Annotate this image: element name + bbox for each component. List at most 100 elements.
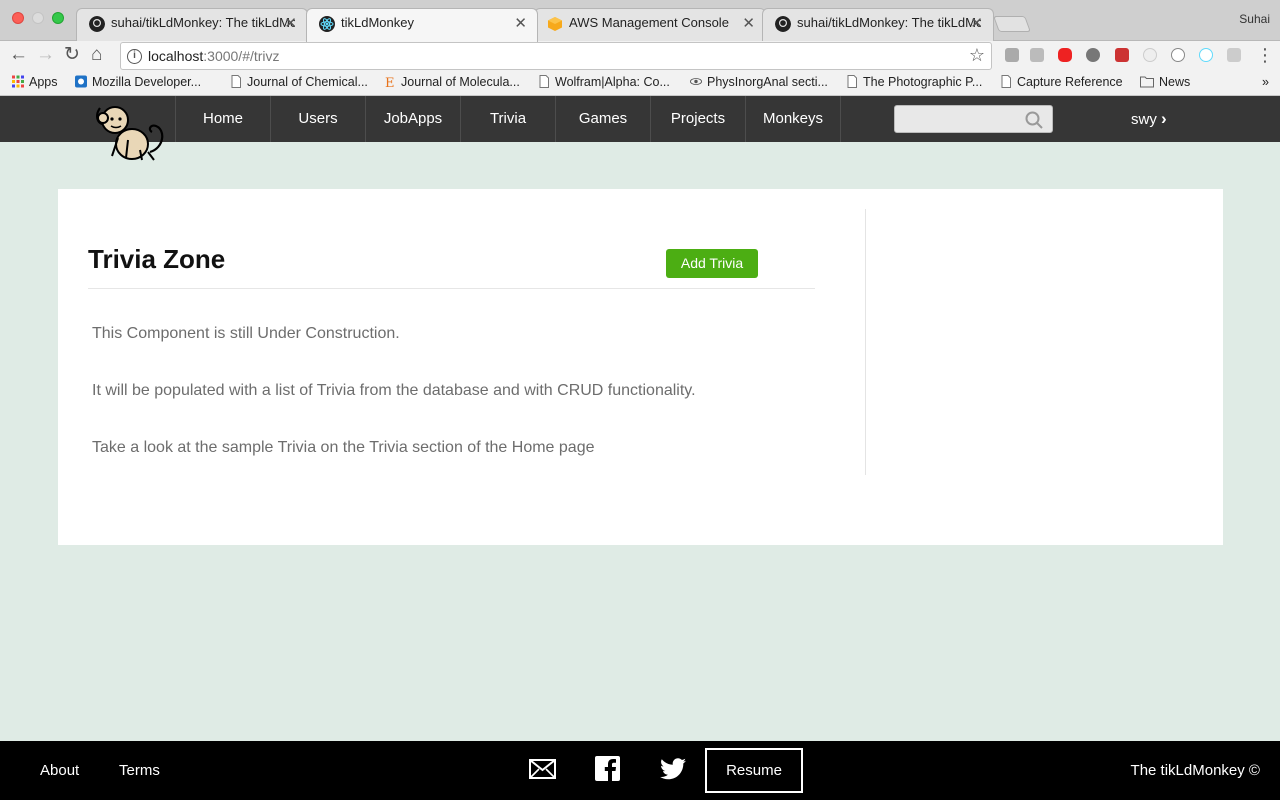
react-icon [319, 16, 335, 32]
bookmark-label: PhysInorgAnal secti... [707, 75, 828, 89]
github-icon [775, 16, 791, 32]
close-tab-icon[interactable]: ✕ [742, 14, 755, 32]
bookmark-wolfram[interactable]: Wolfram|Alpha: Co... [538, 75, 670, 89]
nav-item-home[interactable]: Home [176, 96, 271, 142]
bookmark-label: Apps [29, 75, 58, 89]
extension-bars-icon[interactable] [1005, 48, 1019, 62]
page-icon [847, 75, 857, 88]
forward-arrow-icon[interactable]: → [36, 45, 55, 65]
page-icon [231, 75, 241, 88]
nav-item-users[interactable]: Users [271, 96, 366, 142]
extension-ghost-icon[interactable] [1143, 48, 1157, 62]
nav-item-jobapps[interactable]: JobApps [366, 96, 461, 142]
elsevier-icon: E [385, 76, 395, 88]
resume-button[interactable]: Resume [705, 748, 803, 793]
mdn-icon [75, 75, 87, 88]
svg-text:E: E [385, 76, 395, 88]
bookmark-news[interactable]: News [1140, 75, 1190, 89]
browser-toolbar: ← → ↻ ⌂ i localhost:3000/#/trivz ☆ ⋮ [0, 41, 1280, 71]
browser-chrome: suhai/tikLdMonkey: The tikLdMonkey ✕ tik… [0, 0, 1280, 96]
close-tab-icon[interactable]: ✕ [284, 14, 297, 32]
nav-search-input[interactable] [894, 105, 1053, 133]
construction-notice: This Component is still Under Constructi… [92, 325, 400, 342]
bookmarks-bar: Apps Mozilla Developer... Journal of Che… [0, 71, 1280, 96]
bookmark-physinorg[interactable]: PhysInorgAnal secti... [690, 75, 828, 89]
browser-tab-github-1[interactable]: suhai/tikLdMonkey: The tikLdMonkey ✕ [76, 8, 308, 41]
crud-notice: It will be populated with a list of Triv… [92, 382, 696, 399]
profile-name[interactable]: Suhai [1239, 12, 1270, 26]
new-tab-button[interactable] [993, 16, 1031, 32]
close-tab-icon[interactable]: ✕ [514, 14, 527, 32]
bookmark-label: Journal of Chemical... [247, 75, 368, 89]
info-icon[interactable]: i [127, 49, 142, 64]
bookmark-label: Journal of Molecula... [401, 75, 520, 89]
page-title: Trivia Zone [88, 244, 226, 274]
tab-title: tikLdMonkey [341, 15, 414, 30]
extension-film-icon[interactable] [1086, 48, 1100, 62]
monkey-logo[interactable] [92, 100, 170, 164]
folder-icon [1140, 76, 1154, 88]
extension-red-icon[interactable] [1115, 48, 1129, 62]
bookmarks-overflow-icon[interactable]: » [1262, 75, 1269, 89]
url-text: localhost:3000/#/trivz [148, 48, 280, 64]
nav-item-trivia[interactable]: Trivia [461, 96, 556, 142]
nav-item-monkeys[interactable]: Monkeys [746, 96, 841, 142]
chevron-right-icon: › [1161, 109, 1167, 128]
nav-menu: Home Users JobApps Trivia Games Projects… [175, 96, 841, 142]
tab-title: suhai/tikLdMonkey: The tikLdMonkey [797, 15, 981, 30]
footer-terms-link[interactable]: Terms [119, 762, 160, 779]
footer-about-link[interactable]: About [40, 762, 79, 779]
mail-icon[interactable] [529, 759, 556, 779]
footer: About Terms Resume The tikLdMonkey © [0, 741, 1280, 800]
bookmark-star-icon[interactable]: ☆ [969, 45, 985, 66]
twitter-icon[interactable] [660, 758, 686, 780]
bookmark-apps[interactable]: Apps [12, 75, 58, 89]
close-window-button[interactable] [12, 12, 24, 24]
browser-tab-github-2[interactable]: suhai/tikLdMonkey: The tikLdMonkey ✕ [762, 8, 994, 41]
page-icon [539, 75, 549, 88]
add-trivia-button[interactable]: Add Trivia [666, 249, 758, 278]
bookmark-photographic[interactable]: The Photographic P... [846, 75, 982, 89]
content-card: Trivia Zone Add Trivia This Component is… [58, 189, 1223, 545]
tab-title: AWS Management Console [569, 15, 729, 30]
user-menu[interactable]: swy › [1131, 96, 1167, 143]
bookmark-label: Capture Reference [1017, 75, 1123, 89]
extension-translate-icon[interactable] [1030, 48, 1044, 62]
bookmark-mdn[interactable]: Mozilla Developer... [75, 75, 201, 89]
bookmark-label: Mozilla Developer... [92, 75, 202, 89]
extension-circle-icon[interactable] [1171, 48, 1185, 62]
minimize-window-button[interactable] [32, 12, 44, 24]
page-icon [1001, 75, 1011, 88]
extension-youtube-icon[interactable] [1058, 48, 1072, 62]
bookmark-label: The Photographic P... [863, 75, 983, 89]
nav-item-games[interactable]: Games [556, 96, 651, 142]
facebook-icon[interactable] [595, 756, 620, 781]
zoom-window-button[interactable] [52, 12, 64, 24]
title-divider [88, 288, 815, 289]
home-icon[interactable]: ⌂ [91, 45, 102, 65]
user-name: swy [1131, 111, 1157, 128]
search-icon[interactable] [1025, 111, 1043, 129]
tab-strip: suhai/tikLdMonkey: The tikLdMonkey ✕ tik… [0, 0, 1280, 42]
bookmark-journal-molecular[interactable]: E Journal of Molecula... [384, 75, 520, 89]
browser-tab-tikldmonkey[interactable]: tikLdMonkey ✕ [306, 8, 538, 42]
github-icon [89, 16, 105, 32]
browser-tab-aws[interactable]: AWS Management Console ✕ [534, 8, 766, 41]
url-path: :3000/#/trivz [203, 48, 280, 64]
back-arrow-icon[interactable]: ← [9, 45, 28, 65]
bookmark-journal-chemical[interactable]: Journal of Chemical... [230, 75, 368, 89]
sample-trivia-notice: Take a look at the sample Trivia on the … [92, 439, 595, 456]
nav-item-projects[interactable]: Projects [651, 96, 746, 142]
reload-icon[interactable]: ↻ [64, 45, 80, 65]
browser-menu-icon[interactable]: ⋮ [1256, 45, 1274, 66]
tab-title: suhai/tikLdMonkey: The tikLdMonkey [111, 15, 295, 30]
app-navbar: Home Users JobApps Trivia Games Projects… [0, 96, 1280, 142]
address-bar[interactable]: i localhost:3000/#/trivz ☆ [120, 42, 992, 70]
extension-pocket-icon[interactable] [1227, 48, 1241, 62]
bookmark-capture-reference[interactable]: Capture Reference [1000, 75, 1123, 89]
extension-react-icon[interactable] [1199, 48, 1213, 62]
sidebar-divider [865, 209, 866, 475]
url-host: localhost [148, 48, 204, 64]
close-tab-icon[interactable]: ✕ [970, 14, 983, 32]
aws-box-icon [548, 17, 562, 31]
